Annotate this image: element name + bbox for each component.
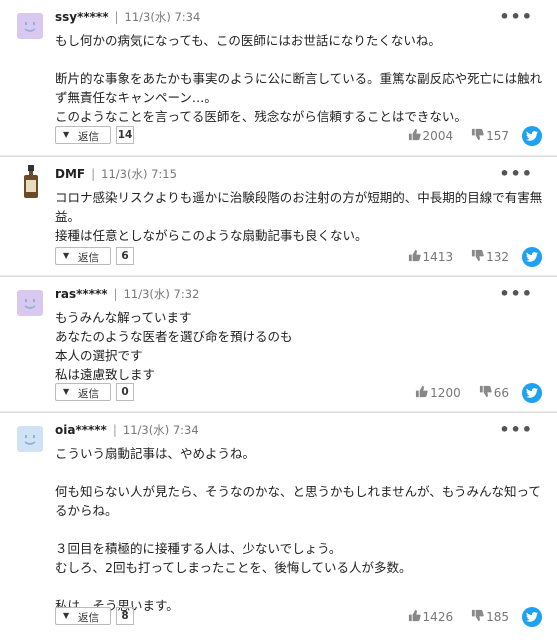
more-options-icon[interactable]: •••: [499, 284, 533, 303]
like-button[interactable]: [408, 609, 423, 625]
vote-area: 1413 132: [408, 249, 509, 265]
vote-area: 1426 185: [408, 609, 509, 625]
triangle-down-icon: ▼: [63, 387, 70, 396]
thumbs-down-icon: [472, 609, 484, 622]
like-button[interactable]: [408, 128, 423, 144]
reply-button[interactable]: ▼ 返信: [55, 126, 111, 144]
twitter-share-button[interactable]: [522, 126, 542, 146]
reply-count: 0: [116, 383, 134, 401]
reply-count: 14: [116, 126, 134, 144]
avatar-smile-icon: [17, 13, 43, 39]
reply-button[interactable]: ▼ 返信: [55, 607, 111, 625]
reply-count: 8: [116, 607, 134, 625]
comment-date: 11/3(水) 7:15: [101, 167, 177, 181]
thumbs-up-icon: [416, 385, 428, 398]
like-count: 1200: [430, 386, 461, 400]
separator: |: [113, 287, 118, 301]
thumbs-up-icon: [408, 249, 421, 262]
separator: |: [112, 423, 117, 437]
dislike-button[interactable]: [471, 249, 486, 265]
dislike-button[interactable]: [471, 609, 486, 625]
reply-label: 返信: [78, 131, 99, 143]
twitter-bird-icon: [526, 612, 538, 622]
comment-card: oia***** | 11/3(水) 7:34 ••• こういう扇動記事は、やめよう…: [0, 412, 557, 640]
username[interactable]: oia*****: [55, 423, 107, 437]
comment-card: ras***** | 11/3(水) 7:32 ••• もうみんな解っています あな…: [0, 276, 557, 411]
username[interactable]: ras*****: [55, 287, 108, 301]
comment-meta: ssy***** | 11/3(水) 7:34: [55, 9, 200, 25]
dislike-count: 157: [486, 129, 509, 143]
like-count: 1413: [422, 250, 454, 264]
reply-button[interactable]: ▼ 返信: [55, 247, 111, 265]
thumbs-down-icon: [472, 249, 484, 262]
twitter-share-button[interactable]: [522, 383, 542, 403]
comment-card: DMF | 11/3(水) 7:15 ••• コロナ感染リスクよりも遥かに治験段階の…: [0, 156, 557, 275]
triangle-down-icon: ▼: [63, 130, 70, 139]
dislike-count: 132: [486, 250, 509, 264]
twitter-bird-icon: [526, 252, 538, 262]
username[interactable]: ssy*****: [55, 10, 108, 24]
like-button[interactable]: [408, 249, 423, 265]
reply-label: 返信: [78, 612, 99, 624]
like-count: 1426: [422, 610, 454, 624]
comment-body: こういう扇動記事は、やめようね。 何も知らない人が見たら、そうなのかな、と思うか…: [55, 446, 541, 613]
reply-button[interactable]: ▼ 返信: [55, 383, 111, 401]
comment-date: 11/3(水) 7:34: [122, 423, 199, 437]
thumbs-down-icon: [479, 385, 492, 398]
comment-body: コロナ感染リスクよりも遥かに治験段階のお注射の方が短期的、中長期的目線で有害無益…: [55, 190, 543, 243]
separator: |: [114, 10, 119, 24]
more-options-icon[interactable]: •••: [499, 7, 533, 26]
username[interactable]: DMF: [55, 167, 85, 181]
reply-label: 返信: [78, 388, 99, 400]
dislike-count: 185: [486, 610, 509, 624]
triangle-down-icon: ▼: [63, 611, 70, 620]
comment-meta: ras***** | 11/3(水) 7:32: [55, 286, 199, 302]
twitter-bird-icon: [526, 131, 538, 141]
twitter-share-button[interactable]: [522, 607, 542, 627]
comment-meta: oia***** | 11/3(水) 7:34: [55, 422, 199, 438]
dislike-button[interactable]: [479, 385, 494, 401]
comment-card: ssy***** | 11/3(水) 7:34 ••• もし何かの病気になっても、こ…: [0, 0, 557, 155]
twitter-share-button[interactable]: [522, 247, 542, 267]
triangle-down-icon: ▼: [63, 251, 70, 260]
like-button[interactable]: [415, 385, 430, 401]
comment-body: もし何かの病気になっても、この医師にはお世話になりたくないね。 断片的な事象をあ…: [55, 33, 543, 124]
avatar-smile-icon: [17, 290, 43, 316]
avatar-bottle-icon: [24, 165, 38, 198]
twitter-bird-icon: [526, 388, 538, 398]
dislike-count: 66: [493, 386, 509, 400]
comment-meta: DMF | 11/3(水) 7:15: [55, 166, 177, 182]
more-options-icon[interactable]: •••: [499, 420, 533, 439]
reply-count: 6: [116, 247, 134, 265]
comment-date: 11/3(水) 7:34: [124, 10, 201, 24]
vote-area: 2004 157: [408, 128, 509, 144]
dislike-button[interactable]: [471, 128, 486, 144]
vote-area: 1200 66: [415, 385, 509, 401]
like-count: 2004: [422, 129, 454, 143]
comment-body: もうみんな解っています あなたのような医者を選び命を預けるのも 本人の選択です …: [55, 310, 293, 382]
avatar-smile-icon: [17, 426, 43, 452]
separator: |: [91, 167, 96, 181]
more-options-icon[interactable]: •••: [499, 164, 533, 183]
thumbs-up-icon: [408, 609, 421, 622]
comment-date: 11/3(水) 7:32: [123, 287, 200, 301]
thumbs-up-icon: [408, 128, 421, 141]
thumbs-down-icon: [472, 128, 484, 141]
reply-label: 返信: [78, 252, 99, 264]
